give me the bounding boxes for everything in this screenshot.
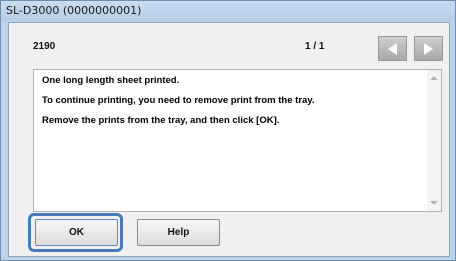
scroll-up-arrow-icon[interactable] (430, 76, 438, 80)
page-indicator: 1 / 1 (305, 41, 325, 52)
message-line-2: To continue printing, you need to remove… (42, 95, 315, 106)
triangle-left-icon (388, 42, 397, 55)
help-button[interactable]: Help (137, 219, 220, 246)
vertical-scrollbar[interactable] (427, 70, 441, 211)
scroll-down-arrow-icon[interactable] (430, 201, 438, 205)
message-line-3: Remove the prints from the tray, and the… (42, 115, 280, 126)
dialog-content: 2190 1 / 1 One long length sheet printed… (8, 22, 450, 257)
message-line-1: One long length sheet printed. (42, 75, 180, 86)
dialog-window: SL-D3000 (0000000001) 2190 1 / 1 One lon… (0, 0, 456, 261)
title-bar[interactable]: SL-D3000 (0000000001) (1, 1, 455, 21)
next-page-button[interactable] (414, 36, 443, 61)
window-title: SL-D3000 (0000000001) (6, 4, 142, 17)
triangle-right-icon (424, 42, 433, 55)
message-header: 2190 1 / 1 (9, 23, 449, 67)
previous-page-button[interactable] (378, 36, 407, 61)
error-code: 2190 (33, 41, 56, 52)
ok-button[interactable]: OK (35, 219, 118, 246)
message-box: One long length sheet printed. To contin… (33, 69, 442, 212)
